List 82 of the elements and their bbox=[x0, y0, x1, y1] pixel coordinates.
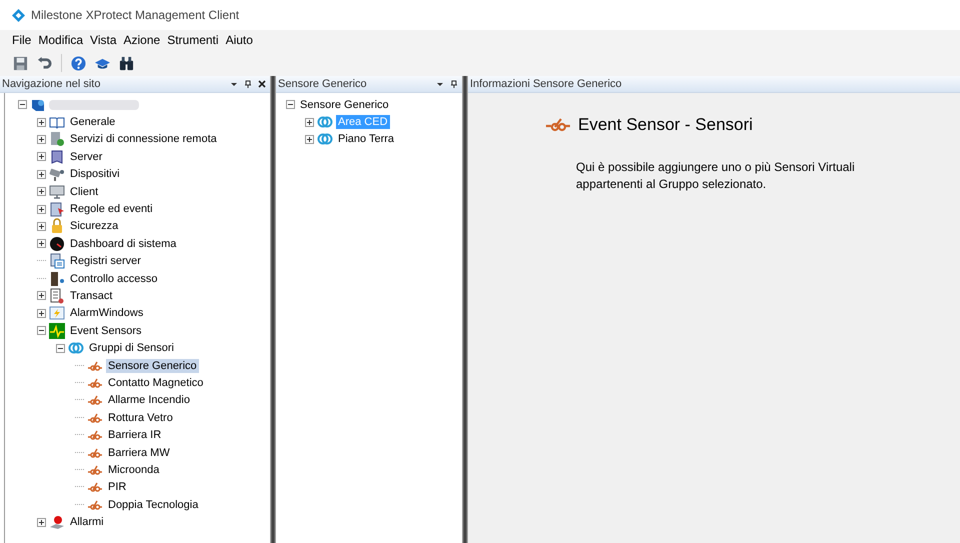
tree-item[interactable]: Registri server bbox=[68, 254, 143, 268]
expand-icon[interactable] bbox=[37, 170, 46, 179]
pane-title: Sensore Generico bbox=[278, 78, 367, 90]
window-title: Milestone XProtect Management Client bbox=[31, 8, 240, 22]
menu-item[interactable]: Azione bbox=[124, 32, 160, 48]
section-heading: Event Sensor - Sensori bbox=[578, 115, 753, 135]
menu-item[interactable]: Strumenti bbox=[167, 32, 219, 48]
close-icon[interactable] bbox=[258, 80, 266, 88]
tree-item[interactable]: Doppia Tecnologia bbox=[106, 498, 200, 512]
tree-item[interactable]: Dashboard di sistema bbox=[68, 236, 178, 251]
expand-icon[interactable] bbox=[37, 134, 46, 144]
expand-icon[interactable] bbox=[37, 291, 46, 300]
expand-icon[interactable] bbox=[37, 518, 46, 527]
gauge-icon bbox=[49, 236, 65, 252]
binoculars-icon[interactable] bbox=[119, 56, 134, 70]
dropdown-icon[interactable] bbox=[230, 80, 238, 88]
tree-item[interactable]: Microonda bbox=[106, 462, 162, 477]
tree-item[interactable]: Barriera MW bbox=[106, 446, 172, 460]
tree-item[interactable]: Sensore Generico bbox=[298, 98, 391, 112]
collapse-icon[interactable] bbox=[56, 344, 65, 353]
tree-item[interactable]: Gruppi di Sensori bbox=[87, 341, 176, 356]
tree-item[interactable]: Allarmi bbox=[68, 515, 106, 530]
log-icon bbox=[49, 253, 65, 270]
menu-item[interactable]: Modifica bbox=[38, 32, 84, 48]
alarm-icon bbox=[49, 514, 65, 530]
door-icon bbox=[49, 270, 65, 287]
tree-item[interactable]: Transact bbox=[68, 288, 114, 303]
tree-item[interactable]: Barriera IR bbox=[106, 428, 164, 442]
tree-item[interactable]: Contatto Magnetico bbox=[106, 376, 206, 390]
expand-icon[interactable] bbox=[37, 187, 46, 196]
server-icon bbox=[49, 148, 65, 165]
pin-icon[interactable] bbox=[244, 80, 252, 88]
alarm-window-icon bbox=[49, 305, 65, 322]
remote-server-icon bbox=[49, 131, 65, 148]
tree-item[interactable]: Sicurezza bbox=[68, 219, 120, 234]
expand-icon[interactable] bbox=[305, 134, 314, 144]
monitor-icon bbox=[49, 184, 65, 200]
help-icon[interactable] bbox=[71, 56, 86, 70]
tree-item[interactable]: Servizi di connessione remota bbox=[68, 132, 219, 146]
tree-item[interactable]: Controllo accesso bbox=[68, 272, 160, 286]
rings-icon bbox=[68, 340, 84, 356]
rings-icon bbox=[317, 114, 333, 130]
tree-item[interactable]: AlarmWindows bbox=[68, 306, 146, 320]
clipboard-icon bbox=[49, 201, 65, 218]
undo-icon[interactable] bbox=[37, 56, 52, 70]
description-text: Qui è possibile aggiungere uno o più Sensori Virtuali appartenenti al Gruppo selezionato. bbox=[576, 159, 856, 193]
tree-item[interactable]: Rottura Vetro bbox=[106, 410, 175, 425]
tree-item[interactable]: Sensore Generico bbox=[106, 358, 199, 373]
dropdown-icon[interactable] bbox=[436, 80, 444, 88]
pulse-icon bbox=[49, 322, 65, 339]
sensor-icon bbox=[546, 117, 570, 133]
save-icon[interactable] bbox=[13, 56, 28, 70]
menu-item[interactable]: Aiuto bbox=[226, 32, 253, 48]
expand-icon[interactable] bbox=[37, 308, 46, 318]
app-logo-icon bbox=[12, 8, 25, 22]
collapse-icon[interactable] bbox=[18, 100, 27, 110]
expand-icon[interactable] bbox=[37, 222, 46, 231]
rings-icon bbox=[317, 131, 333, 148]
tree-item[interactable]: Allarme Incendio bbox=[106, 393, 192, 408]
expand-icon[interactable] bbox=[37, 152, 46, 162]
expand-icon[interactable] bbox=[37, 118, 46, 127]
expand-icon[interactable] bbox=[37, 239, 46, 248]
menu-item[interactable]: File bbox=[12, 32, 32, 48]
menu-item[interactable]: Vista bbox=[90, 32, 116, 48]
tree-item[interactable]: Dispositivi bbox=[68, 167, 122, 182]
pin-icon[interactable] bbox=[450, 80, 458, 88]
pane-title: Navigazione nel sito bbox=[2, 78, 100, 90]
expand-icon[interactable] bbox=[305, 118, 314, 127]
collapse-icon[interactable] bbox=[286, 100, 295, 110]
tree-item[interactable]: PIR bbox=[106, 480, 128, 494]
pane-title: Informazioni Sensore Generico bbox=[470, 78, 622, 90]
receipt-icon bbox=[49, 288, 65, 304]
tree-item[interactable]: Client bbox=[68, 184, 100, 199]
expand-icon[interactable] bbox=[37, 204, 46, 214]
camera-icon bbox=[49, 166, 65, 182]
collapse-icon[interactable] bbox=[37, 326, 46, 336]
tree-item[interactable]: Event Sensors bbox=[68, 324, 144, 338]
tree-item[interactable]: Server bbox=[68, 150, 104, 164]
tree-item[interactable]: Regole ed eventi bbox=[68, 202, 155, 216]
tree-item[interactable]: Piano Terra bbox=[336, 132, 396, 146]
tree-item[interactable]: Generale bbox=[68, 115, 118, 130]
lock-icon bbox=[49, 218, 65, 234]
